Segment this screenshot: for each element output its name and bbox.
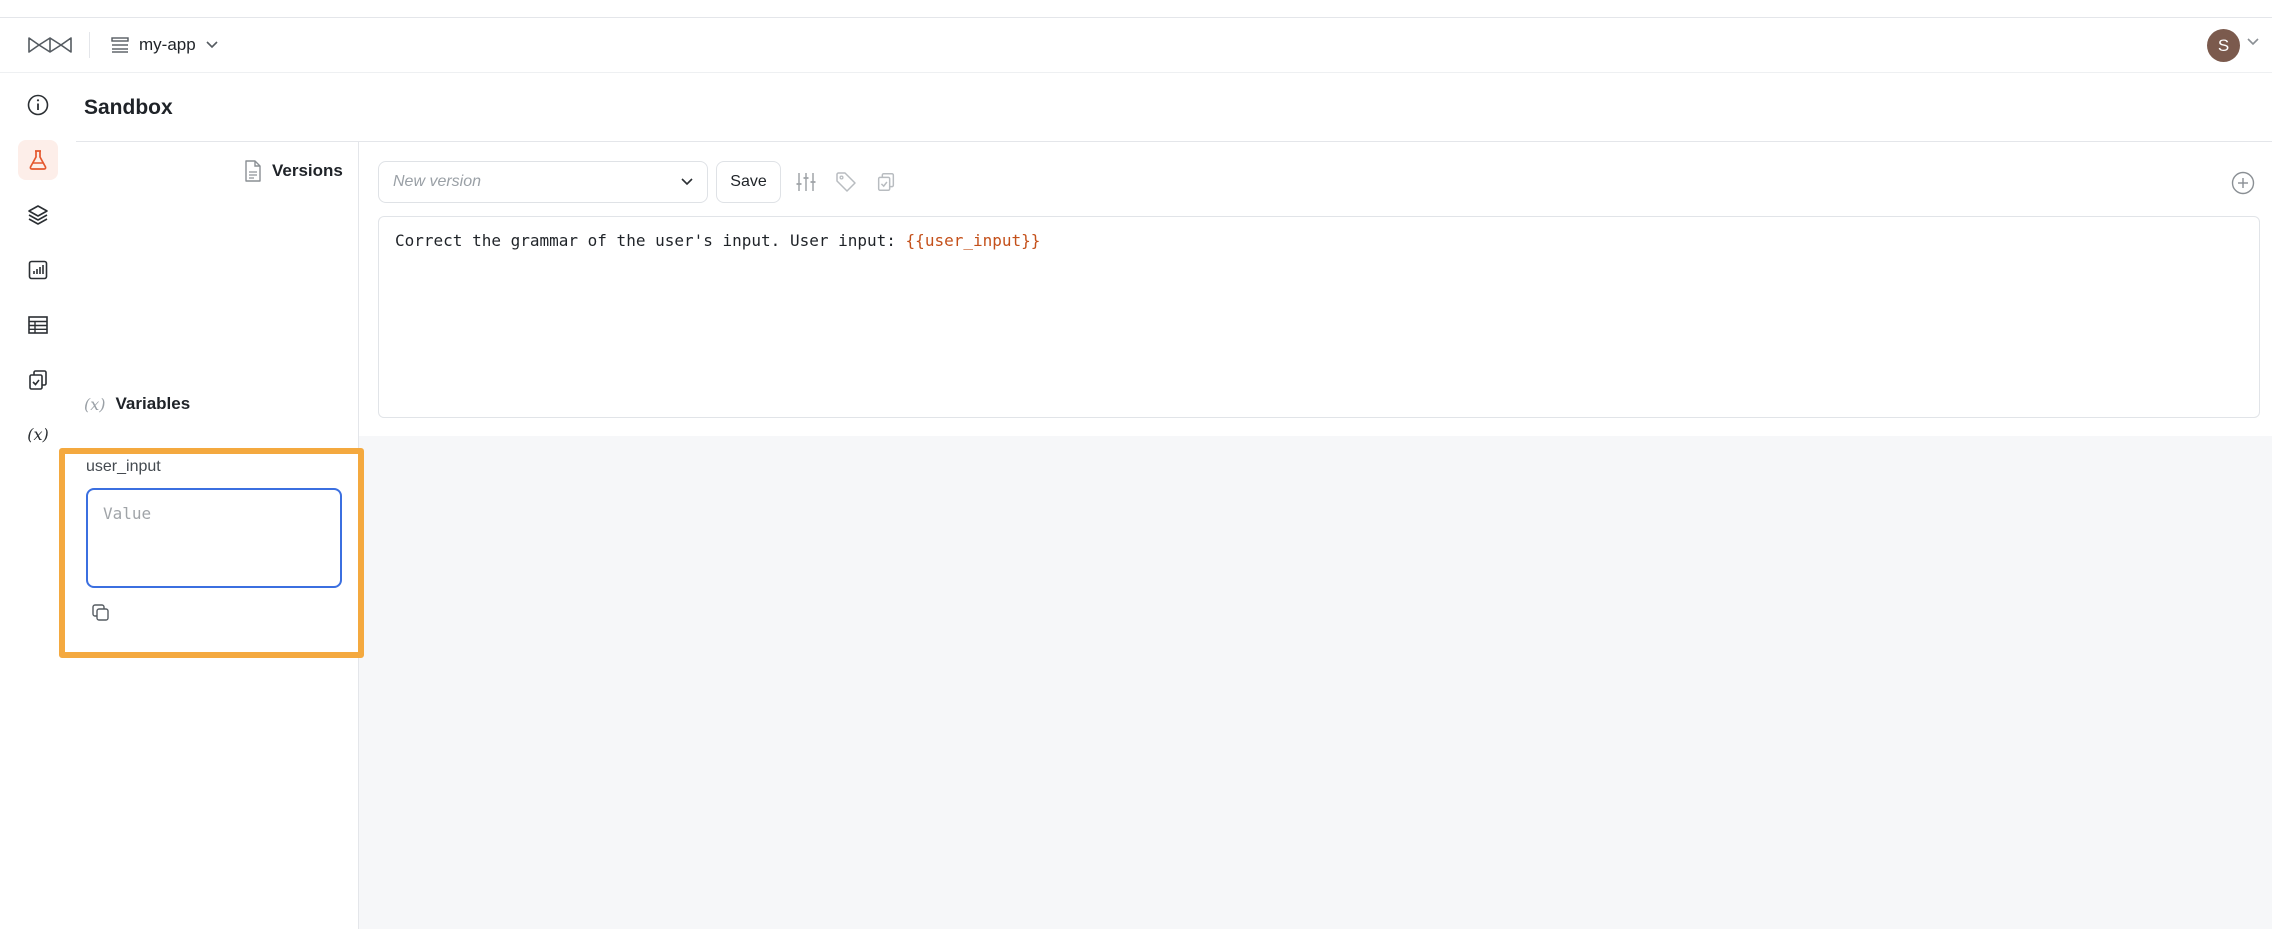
version-select[interactable]: New version bbox=[378, 161, 708, 203]
variable-name: user_input bbox=[86, 458, 161, 475]
prompt-editor[interactable]: Correct the grammar of the user's input.… bbox=[378, 216, 2260, 418]
variable-value-input[interactable] bbox=[86, 488, 342, 588]
prompt-variable: {{user_input}} bbox=[905, 231, 1041, 250]
variable-icon: (x) bbox=[27, 425, 49, 444]
copy-icon bbox=[92, 604, 109, 621]
clipboard-check-icon bbox=[29, 370, 47, 390]
tag-icon bbox=[836, 172, 856, 192]
svg-text:(x): (x) bbox=[27, 425, 49, 444]
info-icon bbox=[27, 94, 49, 116]
settings-button[interactable] bbox=[794, 170, 818, 194]
chevron-down-icon bbox=[681, 178, 693, 186]
rail-item-sandbox[interactable] bbox=[18, 140, 58, 180]
top-bar: my-app S bbox=[0, 18, 2272, 73]
rail-item-variables[interactable]: (x) bbox=[18, 415, 58, 455]
copy-button[interactable] bbox=[90, 602, 112, 624]
version-select-placeholder: New version bbox=[393, 173, 482, 190]
rail-item-layers[interactable] bbox=[18, 195, 58, 235]
layers-icon bbox=[28, 205, 48, 225]
app-switcher[interactable]: my-app bbox=[111, 30, 218, 60]
chevron-down-icon bbox=[206, 41, 218, 49]
sliders-icon bbox=[796, 173, 816, 191]
clipboard-check-icon bbox=[877, 173, 895, 191]
variables-glyph-icon: (x) bbox=[84, 394, 106, 414]
tag-button[interactable] bbox=[834, 170, 858, 194]
save-button[interactable]: Save bbox=[716, 161, 781, 203]
rail-item-datasets[interactable] bbox=[18, 305, 58, 345]
document-icon bbox=[245, 160, 261, 182]
avatar[interactable]: S bbox=[2207, 29, 2240, 62]
versions-label: Versions bbox=[272, 161, 343, 180]
account-chevron-down-icon[interactable] bbox=[2247, 38, 2259, 46]
variables-header: (x) Variables bbox=[84, 394, 190, 414]
table-icon bbox=[28, 316, 48, 334]
versions-button[interactable]: Versions bbox=[244, 160, 343, 182]
chart-icon bbox=[28, 260, 48, 280]
logo-icon[interactable] bbox=[27, 35, 73, 55]
rail-item-analytics[interactable] bbox=[18, 250, 58, 290]
rail-item-info[interactable] bbox=[18, 85, 58, 125]
add-circle-icon[interactable] bbox=[2230, 170, 2256, 196]
evaluate-button[interactable] bbox=[874, 170, 898, 194]
prompt-text: Correct the grammar of the user's input.… bbox=[395, 231, 906, 250]
header-divider bbox=[89, 32, 90, 58]
rail-item-evaluations[interactable] bbox=[18, 360, 58, 400]
variables-label: Variables bbox=[115, 394, 191, 413]
output-area bbox=[359, 436, 2272, 929]
app-name: my-app bbox=[139, 35, 196, 54]
flask-icon bbox=[29, 150, 47, 170]
page-title: Sandbox bbox=[84, 96, 173, 119]
app-stack-icon bbox=[111, 37, 129, 53]
